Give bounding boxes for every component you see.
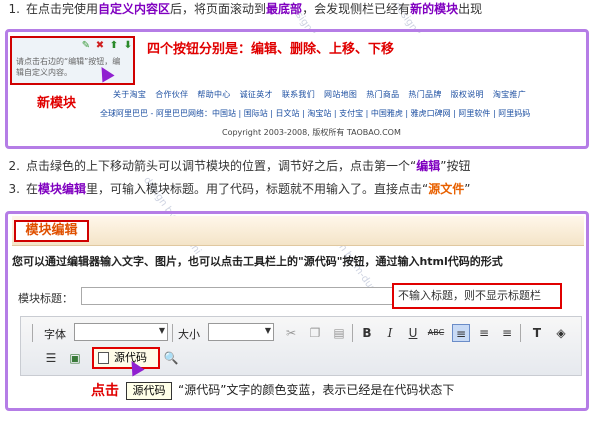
title-note: 不输入标题，则不显示标题栏 bbox=[392, 283, 562, 309]
list-icon[interactable]: ☰ bbox=[42, 349, 60, 367]
size-label: 大小 bbox=[178, 328, 200, 341]
footer-link[interactable]: 关于淘宝 bbox=[113, 90, 146, 99]
footer-links: 关于淘宝 合作伙伴 帮助中心 诚征英才 联系我们 网站地图 热门商品 热门品牌 版权说明 淘宝推广 bbox=[113, 89, 535, 100]
footer-link[interactable]: 帮助中心 bbox=[197, 90, 230, 99]
size-select[interactable] bbox=[208, 323, 274, 341]
delete-icon[interactable]: ✖ bbox=[94, 40, 106, 52]
title-input[interactable] bbox=[81, 287, 394, 305]
align-left-icon[interactable]: ≡ bbox=[452, 324, 470, 342]
click-label: 点击 bbox=[91, 383, 119, 399]
align-right-icon[interactable]: ≡ bbox=[498, 324, 516, 342]
panel-2-description: 您可以通过编辑器输入文字、图片，也可以点击工具栏上的"源代码"按钮，通过输入ht… bbox=[12, 255, 503, 268]
button-callout: 四个按钮分别是：编辑、删除、上移、下移 bbox=[147, 42, 395, 57]
bold-icon[interactable]: B bbox=[358, 324, 376, 342]
toolbar-separator bbox=[352, 324, 353, 342]
underline-icon[interactable]: U bbox=[404, 324, 422, 342]
document-icon bbox=[98, 352, 109, 364]
footer-link[interactable]: 诚征英才 bbox=[240, 90, 273, 99]
new-module-label: 新模块 bbox=[37, 96, 77, 111]
footer-link[interactable]: 合作伙伴 bbox=[155, 90, 188, 99]
paste-icon[interactable]: ▤ bbox=[330, 324, 348, 342]
source-tooltip: 源代码 bbox=[126, 382, 172, 400]
footer-network-links[interactable]: 全球阿里巴巴 - 阿里巴巴网络：中国站 | 国际站 | 日文站 | 淘宝站 | … bbox=[100, 108, 530, 119]
module-buttons: ✎ ✖ ⬆ ⬇ bbox=[80, 40, 134, 52]
footer-link[interactable]: 版权说明 bbox=[451, 90, 484, 99]
image-icon[interactable]: ▣ bbox=[66, 349, 84, 367]
footer-link[interactable]: 淘宝推广 bbox=[493, 90, 526, 99]
toolbar-separator bbox=[172, 324, 173, 342]
align-center-icon[interactable]: ≡ bbox=[475, 324, 493, 342]
background-color-icon[interactable]: ◈ bbox=[552, 324, 570, 342]
footer-link[interactable]: 联系我们 bbox=[282, 90, 315, 99]
step-3: 3. 在模块编辑里，可输入模块标题。用了代码，标题就不用输入了。直接点击“源文件” bbox=[8, 182, 471, 196]
panel-2-header bbox=[12, 216, 584, 246]
footer-link[interactable]: 网站地图 bbox=[324, 90, 357, 99]
panel-2-title: 模块编辑 bbox=[14, 220, 89, 242]
copy-icon[interactable]: ❐ bbox=[306, 324, 324, 342]
footer-copyright: Copyright 2003-2008, 版权所有 TAOBAO.COM bbox=[222, 128, 401, 137]
text-color-icon[interactable]: T bbox=[528, 324, 546, 342]
footer-link[interactable]: 热门商品 bbox=[366, 90, 399, 99]
source-mode-note: “源代码”文字的颜色变蓝，表示已经是在代码状态下 bbox=[178, 383, 455, 397]
footer-link[interactable]: 热门品牌 bbox=[408, 90, 441, 99]
new-module-box: ✎ ✖ ⬆ ⬇ 请点击右边的“编辑”按钮，编辑自定义内容。 bbox=[10, 36, 135, 85]
step-2: 2. 点击绿色的上下移动箭头可以调节模块的位置，调节好之后，点击第一个“编辑”按钮 bbox=[8, 159, 471, 173]
move-up-icon[interactable]: ⬆ bbox=[108, 40, 120, 52]
font-select[interactable] bbox=[74, 323, 168, 341]
font-label: 字体 bbox=[44, 328, 66, 341]
edit-icon[interactable]: ✎ bbox=[80, 40, 92, 52]
strikethrough-icon[interactable]: ABC bbox=[427, 324, 445, 342]
italic-icon[interactable]: I bbox=[381, 324, 399, 342]
toolbar-separator bbox=[520, 324, 521, 342]
move-down-icon[interactable]: ⬇ bbox=[122, 40, 134, 52]
title-field-label: 模块标题： bbox=[18, 292, 73, 305]
preview-icon[interactable]: 🔍 bbox=[162, 349, 180, 367]
step-1: 1. 在点击完使用自定义内容区后，将页面滚动到最底部，会发现侧栏已经有新的模块出现 bbox=[8, 2, 483, 16]
toolbar-separator bbox=[32, 324, 33, 342]
cut-icon[interactable]: ✂ bbox=[282, 324, 300, 342]
